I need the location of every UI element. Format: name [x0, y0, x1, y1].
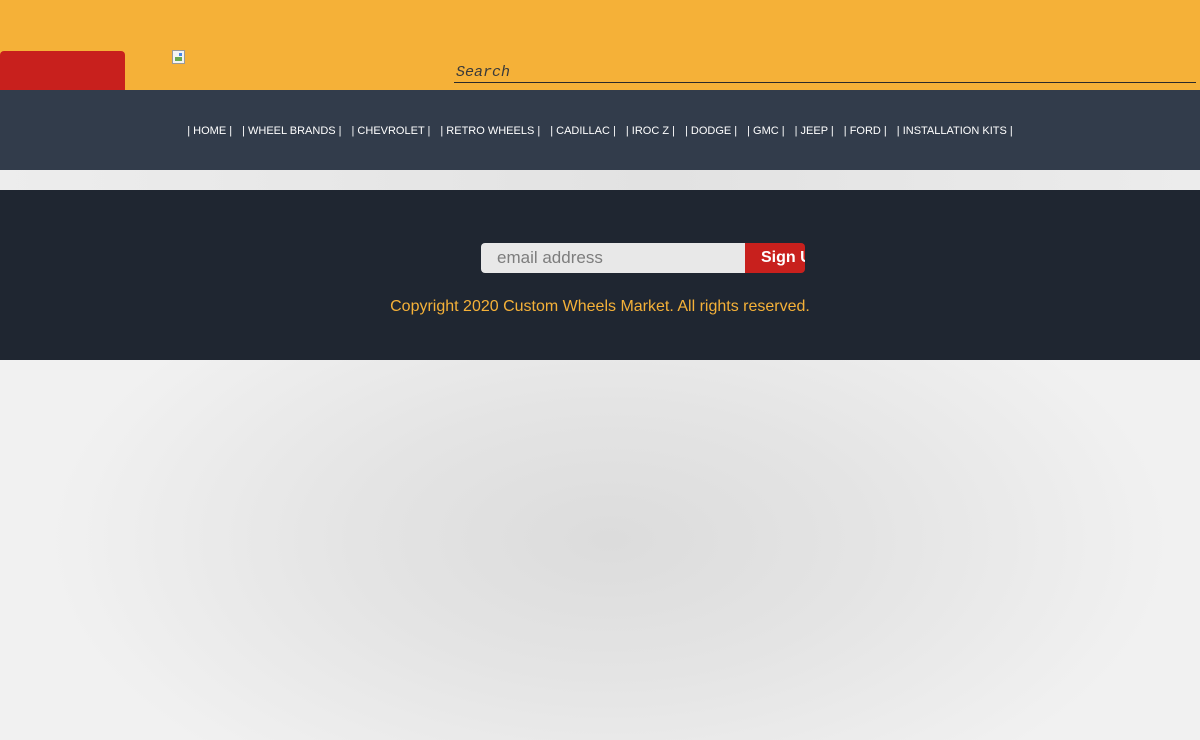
nav-item-iroc-z: | IROC Z | [626, 121, 675, 139]
nav-link-jeep[interactable]: | JEEP | [795, 125, 834, 137]
email-field[interactable] [481, 243, 745, 273]
nav-link-iroc-z[interactable]: | IROC Z | [626, 125, 675, 137]
nav-link-retro-wheels[interactable]: | RETRO WHEELS | [440, 125, 540, 137]
nav-item-installation-kits: | INSTALLATION KITS | [897, 121, 1013, 139]
menu-tab[interactable] [0, 51, 125, 90]
nav-item-jeep: | JEEP | [795, 121, 834, 139]
nav-item-gmc: | GMC | [747, 121, 785, 139]
nav-link-gmc[interactable]: | GMC | [747, 125, 785, 137]
nav-item-ford: | FORD | [844, 121, 887, 139]
nav-link-home[interactable]: | HOME | [187, 125, 232, 137]
nav-link-installation-kits[interactable]: | INSTALLATION KITS | [897, 125, 1013, 137]
content-divider [0, 170, 1200, 190]
nav-link-cadillac[interactable]: | CADILLAC | [550, 125, 616, 137]
main-navigation: | HOME | | WHEEL BRANDS | | CHEVROLET | … [0, 90, 1200, 170]
site-logo[interactable] [172, 50, 188, 66]
copyright-text: Copyright 2020 Custom Wheels Market. All… [390, 298, 810, 315]
nav-item-chevrolet: | CHEVROLET | [352, 121, 431, 139]
nav-list: | HOME | | WHEEL BRANDS | | CHEVROLET | … [0, 90, 1200, 170]
nav-item-wheel-brands: | WHEEL BRANDS | [242, 121, 341, 139]
nav-item-dodge: | DODGE | [685, 121, 737, 139]
newsletter-form: Sign Up [481, 243, 805, 273]
site-header [0, 0, 1200, 90]
nav-item-home: | HOME | [187, 121, 232, 139]
nav-item-cadillac: | CADILLAC | [550, 121, 616, 139]
nav-link-wheel-brands[interactable]: | WHEEL BRANDS | [242, 125, 341, 137]
nav-item-retro-wheels: | RETRO WHEELS | [440, 121, 540, 139]
site-footer: Sign Up Copyright 2020 Custom Wheels Mar… [0, 190, 1200, 360]
nav-link-dodge[interactable]: | DODGE | [685, 125, 737, 137]
nav-link-chevrolet[interactable]: | CHEVROLET | [352, 125, 431, 137]
search-input[interactable] [454, 63, 1196, 83]
broken-image-icon [172, 50, 185, 64]
signup-button[interactable]: Sign Up [745, 243, 805, 273]
nav-link-ford[interactable]: | FORD | [844, 125, 887, 137]
